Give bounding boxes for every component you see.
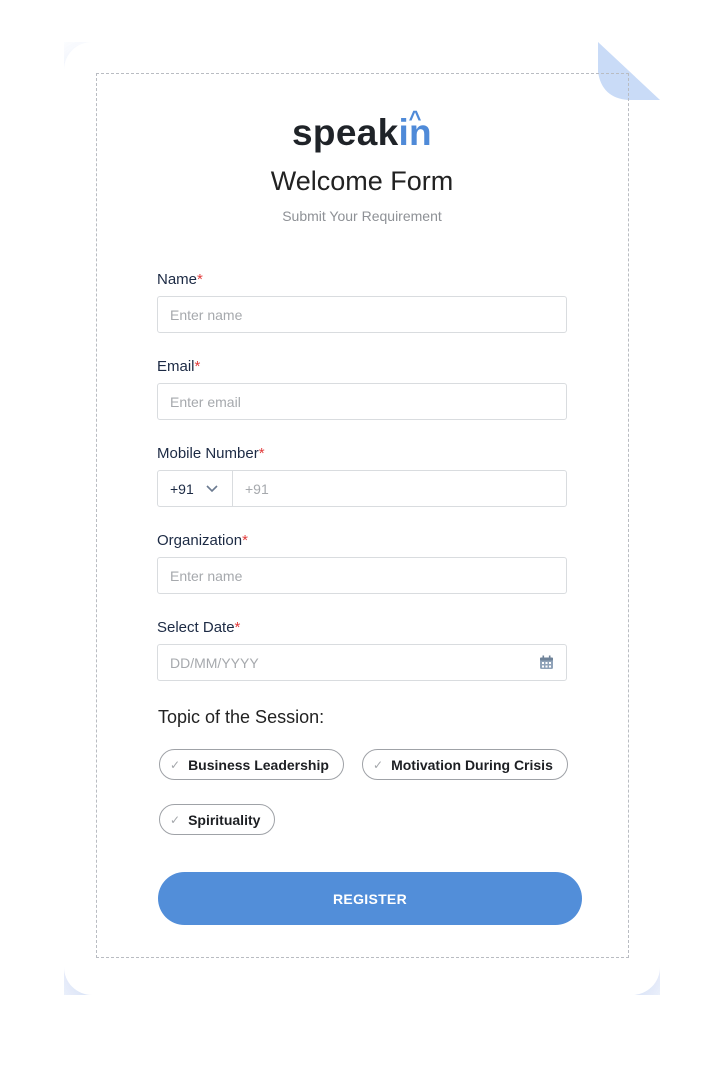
register-button[interactable]: REGISTER <box>158 872 582 925</box>
name-field-wrapper <box>157 296 567 333</box>
check-icon: ✓ <box>170 812 181 827</box>
country-code-select[interactable]: +91 <box>158 471 233 506</box>
name-input[interactable] <box>158 297 566 332</box>
organization-input[interactable] <box>158 558 566 593</box>
date-field-wrapper <box>157 644 567 681</box>
topic-chip-label: Spirituality <box>188 811 261 828</box>
topic-chip-label: Business Leadership <box>188 756 329 773</box>
email-label: Email* <box>157 358 201 375</box>
name-label: Name* <box>157 271 203 288</box>
form-subtitle: Submit Your Requirement <box>282 208 442 224</box>
email-field-wrapper <box>157 383 567 420</box>
topic-chip-business-leadership[interactable]: ✓ Business Leadership <box>159 749 344 780</box>
mobile-label: Mobile Number* <box>157 445 265 462</box>
date-input[interactable] <box>158 645 566 680</box>
organization-label: Organization* <box>157 532 248 549</box>
country-code-value: +91 <box>170 480 194 497</box>
check-icon: ✓ <box>373 757 384 772</box>
form-title: Welcome Form <box>270 166 454 196</box>
chevron-down-icon <box>206 484 218 492</box>
topic-chip-label: Motivation During Crisis <box>391 756 553 773</box>
mobile-input[interactable] <box>233 471 566 506</box>
date-label: Select Date* <box>157 619 241 636</box>
speakin-logo: speakin ^ <box>292 106 432 153</box>
topic-chip-motivation-during-crisis[interactable]: ✓ Motivation During Crisis <box>362 749 568 780</box>
email-input[interactable] <box>158 384 566 419</box>
mobile-field-wrapper: +91 <box>157 470 567 507</box>
check-icon: ✓ <box>170 757 181 772</box>
calendar-icon[interactable] <box>539 655 554 670</box>
topic-chip-spirituality[interactable]: ✓ Spirituality <box>159 804 276 835</box>
topic-label: Topic of the Session: <box>158 707 325 727</box>
page-fold-decoration <box>598 42 660 100</box>
organization-field-wrapper <box>157 557 567 594</box>
